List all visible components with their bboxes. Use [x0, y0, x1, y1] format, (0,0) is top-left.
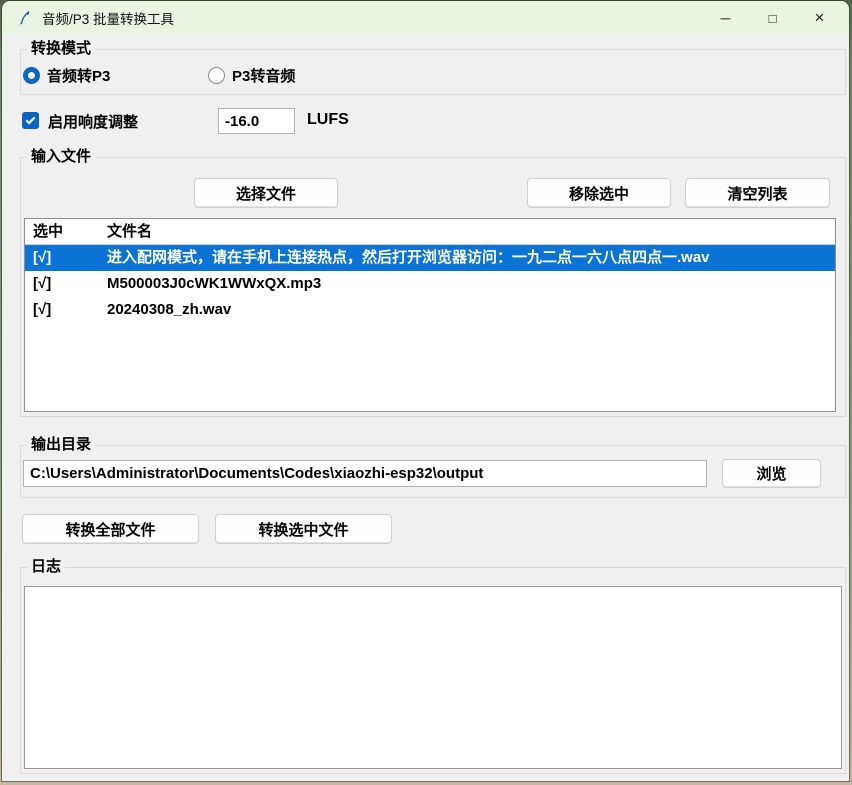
file-row-3[interactable]: [√] 20240308_zh.wav	[25, 297, 835, 323]
radio-unselected-icon	[208, 67, 225, 84]
log-label: 日志	[27, 558, 65, 576]
file-list-header: 选中 文件名	[25, 219, 835, 245]
loudness-checkbox-label: 启用响度调整	[48, 111, 138, 132]
loudness-row: 启用响度调整 LUFS	[22, 108, 442, 136]
convert-all-button[interactable]: 转换全部文件	[22, 514, 199, 544]
close-button[interactable]: ×	[796, 1, 843, 35]
radio-row: 音频转P3 P3转音频	[21, 65, 845, 86]
output-dir-group: 输出目录 浏览	[20, 445, 846, 498]
tk-feather-icon	[16, 10, 33, 27]
radio-audio-to-p3-label: 音频转P3	[47, 65, 110, 86]
loudness-checkbox[interactable]	[22, 112, 39, 129]
clear-list-button[interactable]: 清空列表	[685, 178, 830, 208]
input-files-group: 输入文件 选择文件 移除选中 清空列表 选中 文件名 [√] 进入配网模式，请在…	[20, 157, 846, 417]
file-list-table: 选中 文件名 [√] 进入配网模式，请在手机上连接热点，然后打开浏览器访问：一九…	[24, 218, 836, 412]
radio-selected-icon	[23, 67, 40, 84]
log-group: 日志	[20, 567, 846, 774]
minimize-icon: ─	[721, 10, 731, 26]
maximize-button[interactable]: □	[749, 1, 796, 35]
minimize-button[interactable]: ─	[702, 1, 749, 35]
file-row-3-check: [√]	[25, 297, 101, 323]
input-files-label: 输入文件	[27, 148, 95, 166]
log-output[interactable]	[24, 586, 842, 769]
radio-p3-to-audio-label: P3转音频	[232, 65, 295, 86]
radio-audio-to-p3[interactable]: 音频转P3	[23, 65, 208, 86]
output-path-input[interactable]	[23, 460, 707, 487]
file-row-1-check: [√]	[25, 245, 101, 271]
convert-selected-button[interactable]: 转换选中文件	[215, 514, 392, 544]
file-row-2-check: [√]	[25, 271, 101, 297]
radio-p3-to-audio[interactable]: P3转音频	[208, 65, 295, 86]
header-selected-column[interactable]: 选中	[25, 219, 101, 244]
select-files-button[interactable]: 选择文件	[194, 178, 338, 208]
close-icon: ×	[815, 8, 825, 28]
output-dir-label: 输出目录	[27, 436, 95, 454]
window-title: 音频/P3 批量转换工具	[42, 8, 702, 28]
file-row-2-name: M500003J0cWK1WWxQX.mp3	[101, 271, 835, 297]
file-row-3-name: 20240308_zh.wav	[101, 297, 835, 323]
app-window: 音频/P3 批量转换工具 ─ □ × 转换模式 音频转P3 P3转音频	[2, 1, 849, 781]
check-icon	[26, 115, 36, 125]
file-row-1[interactable]: [√] 进入配网模式，请在手机上连接热点，然后打开浏览器访问：一九二点一六八点四…	[25, 245, 835, 271]
titlebar: 音频/P3 批量转换工具 ─ □ ×	[2, 1, 849, 35]
lufs-input[interactable]	[218, 108, 295, 134]
maximize-icon: □	[769, 11, 777, 26]
file-row-2[interactable]: [√] M500003J0cWK1WWxQX.mp3	[25, 271, 835, 297]
browse-button[interactable]: 浏览	[722, 459, 821, 488]
lufs-unit-label: LUFS	[307, 111, 349, 129]
conversion-mode-group: 转换模式 音频转P3 P3转音频	[20, 49, 846, 95]
file-row-1-name: 进入配网模式，请在手机上连接热点，然后打开浏览器访问：一九二点一六八点四点一.w…	[101, 245, 835, 271]
conversion-mode-label: 转换模式	[27, 40, 95, 58]
remove-selected-button[interactable]: 移除选中	[527, 178, 671, 208]
header-filename-column[interactable]: 文件名	[101, 219, 835, 244]
